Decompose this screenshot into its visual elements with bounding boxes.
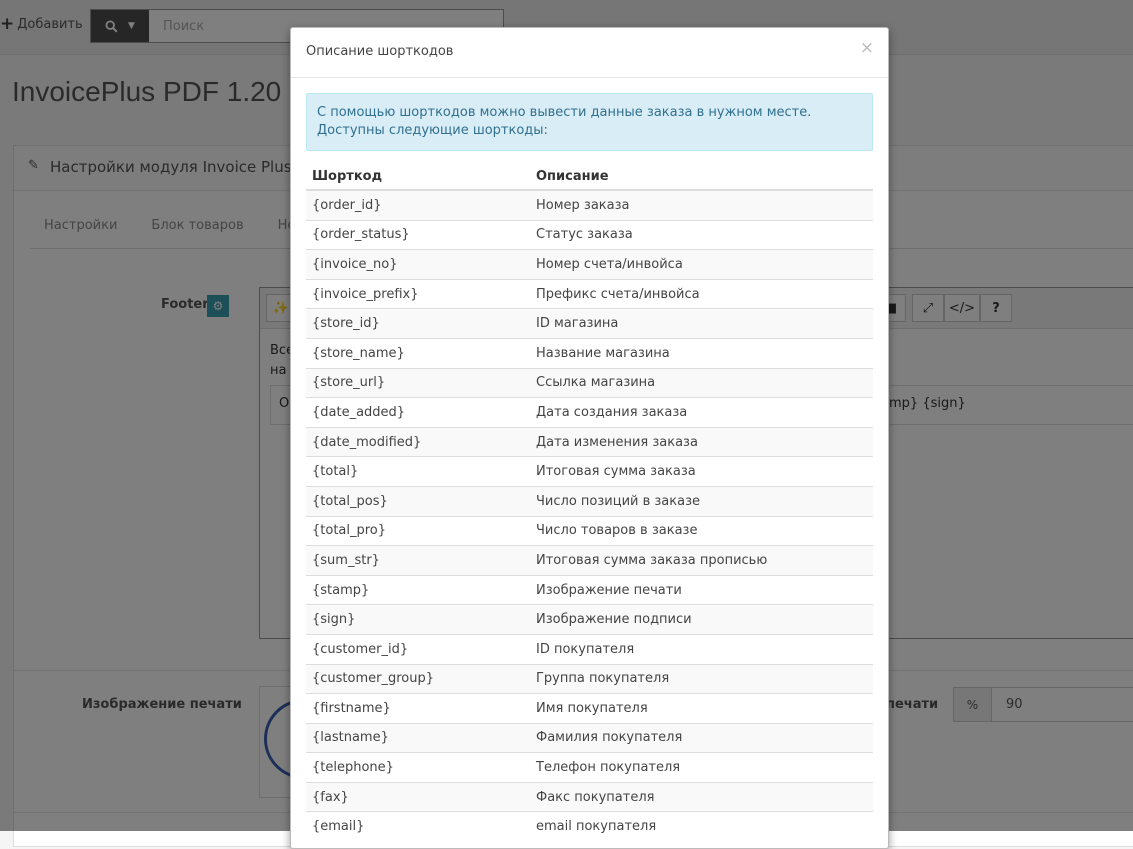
shortcode-cell: {total} bbox=[306, 456, 530, 487]
description-cell: Группа покупателя bbox=[530, 663, 873, 694]
table-row: {customer_group} Группа покупателя bbox=[306, 663, 873, 694]
info-alert: С помощью шорткодов можно вывести данные… bbox=[306, 93, 873, 151]
description-cell: Факс покупателя bbox=[530, 781, 873, 812]
alert-text-line: Доступны следующие шорткоды: bbox=[317, 123, 548, 138]
table-header-row: Шорткод Описание bbox=[306, 156, 873, 191]
shortcode-cell: {date_added} bbox=[306, 397, 530, 428]
description-cell: Номер счета/инвойса bbox=[530, 249, 873, 280]
shortcodes-table-body: {order_id} Номер заказа {order_status} Стат… bbox=[306, 189, 873, 842]
column-header-shortcode: Шорткод bbox=[306, 156, 530, 191]
shortcode-cell: {store_name} bbox=[306, 337, 530, 369]
shortcode-cell: {sum_str} bbox=[306, 545, 530, 576]
description-cell: Номер заказа bbox=[530, 189, 873, 221]
modal-title: Описание шорткодов bbox=[306, 44, 454, 59]
shortcode-cell: {total_pos} bbox=[306, 485, 530, 517]
table-row: {total} Итоговая сумма заказа bbox=[306, 456, 873, 487]
description-cell: ID магазина bbox=[530, 308, 873, 339]
shortcodes-modal: Описание шорткодов × С помощью шорткодов… bbox=[290, 27, 889, 849]
description-cell: Имя покупателя bbox=[530, 693, 873, 724]
description-cell: Изображение подписи bbox=[530, 604, 873, 635]
shortcode-cell: {order_id} bbox=[306, 189, 530, 221]
table-row: {fax} Факс покупателя bbox=[306, 781, 873, 812]
shortcode-cell: {stamp} bbox=[306, 574, 530, 605]
shortcode-cell: {customer_id} bbox=[306, 633, 530, 664]
table-row: {total_pro} Число товаров в заказе bbox=[306, 515, 873, 546]
table-row: {firstname} Имя покупателя bbox=[306, 693, 873, 724]
table-row: {store_id} ID магазина bbox=[306, 308, 873, 339]
description-cell: Итоговая сумма заказа bbox=[530, 456, 873, 487]
description-cell: Изображение печати bbox=[530, 574, 873, 605]
description-cell: Ссылка магазина bbox=[530, 367, 873, 398]
table-row: {telephone} Телефон покупателя bbox=[306, 752, 873, 783]
description-cell: Дата создания заказа bbox=[530, 397, 873, 428]
shortcode-cell: {date_modified} bbox=[306, 426, 530, 457]
description-cell: Число товаров в заказе bbox=[530, 515, 873, 546]
shortcodes-table: Шорткод Описание {order_id} Номер заказа{… bbox=[306, 156, 873, 842]
shortcode-cell: {telephone} bbox=[306, 752, 530, 783]
table-row: {sum_str} Итоговая сумма заказа прописью bbox=[306, 545, 873, 576]
table-row: {invoice_prefix} Префикс счета/инвойса bbox=[306, 278, 873, 309]
shortcode-cell: {invoice_no} bbox=[306, 249, 530, 280]
description-cell: Название магазина bbox=[530, 337, 873, 369]
table-row: {email} email покупателя bbox=[306, 811, 873, 842]
description-cell: Фамилия покупателя bbox=[530, 722, 873, 753]
shortcode-cell: {fax} bbox=[306, 781, 530, 812]
description-cell: ID покупателя bbox=[530, 633, 873, 664]
shortcode-cell: {customer_group} bbox=[306, 663, 530, 694]
description-cell: Число позиций в заказе bbox=[530, 485, 873, 517]
shortcode-cell: {order_status} bbox=[306, 219, 530, 250]
description-cell: Статус заказа bbox=[530, 219, 873, 250]
shortcode-cell: {email} bbox=[306, 811, 530, 842]
table-row: {store_name} Название магазина bbox=[306, 337, 873, 369]
description-cell: Телефон покупателя bbox=[530, 752, 873, 783]
alert-text-line: С помощью шорткодов можно вывести данные… bbox=[317, 105, 812, 120]
table-row: {invoice_no} Номер счета/инвойса bbox=[306, 249, 873, 280]
shortcode-cell: {invoice_prefix} bbox=[306, 278, 530, 309]
modal-header: Описание шорткодов × bbox=[291, 28, 888, 78]
table-row: {stamp} Изображение печати bbox=[306, 574, 873, 605]
shortcode-cell: {sign} bbox=[306, 604, 530, 635]
close-icon[interactable]: × bbox=[860, 40, 874, 57]
shortcode-cell: {store_url} bbox=[306, 367, 530, 398]
shortcode-cell: {firstname} bbox=[306, 693, 530, 724]
table-row: {order_status} Статус заказа bbox=[306, 219, 873, 250]
table-row: {total_pos} Число позиций в заказе bbox=[306, 485, 873, 517]
description-cell: Префикс счета/инвойса bbox=[530, 278, 873, 309]
table-row: {lastname} Фамилия покупателя bbox=[306, 722, 873, 753]
table-row: {order_id} Номер заказа bbox=[306, 189, 873, 221]
description-cell: Итоговая сумма заказа прописью bbox=[530, 545, 873, 576]
table-row: {store_url} Ссылка магазина bbox=[306, 367, 873, 398]
table-row: {date_added} Дата создания заказа bbox=[306, 397, 873, 428]
table-row: {customer_id} ID покупателя bbox=[306, 633, 873, 664]
description-cell: email покупателя bbox=[530, 811, 873, 842]
table-row: {sign} Изображение подписи bbox=[306, 604, 873, 635]
description-cell: Дата изменения заказа bbox=[530, 426, 873, 457]
shortcode-cell: {total_pro} bbox=[306, 515, 530, 546]
shortcode-cell: {store_id} bbox=[306, 308, 530, 339]
column-header-description: Описание bbox=[530, 156, 873, 191]
shortcode-cell: {lastname} bbox=[306, 722, 530, 753]
table-row: {date_modified} Дата изменения заказа bbox=[306, 426, 873, 457]
